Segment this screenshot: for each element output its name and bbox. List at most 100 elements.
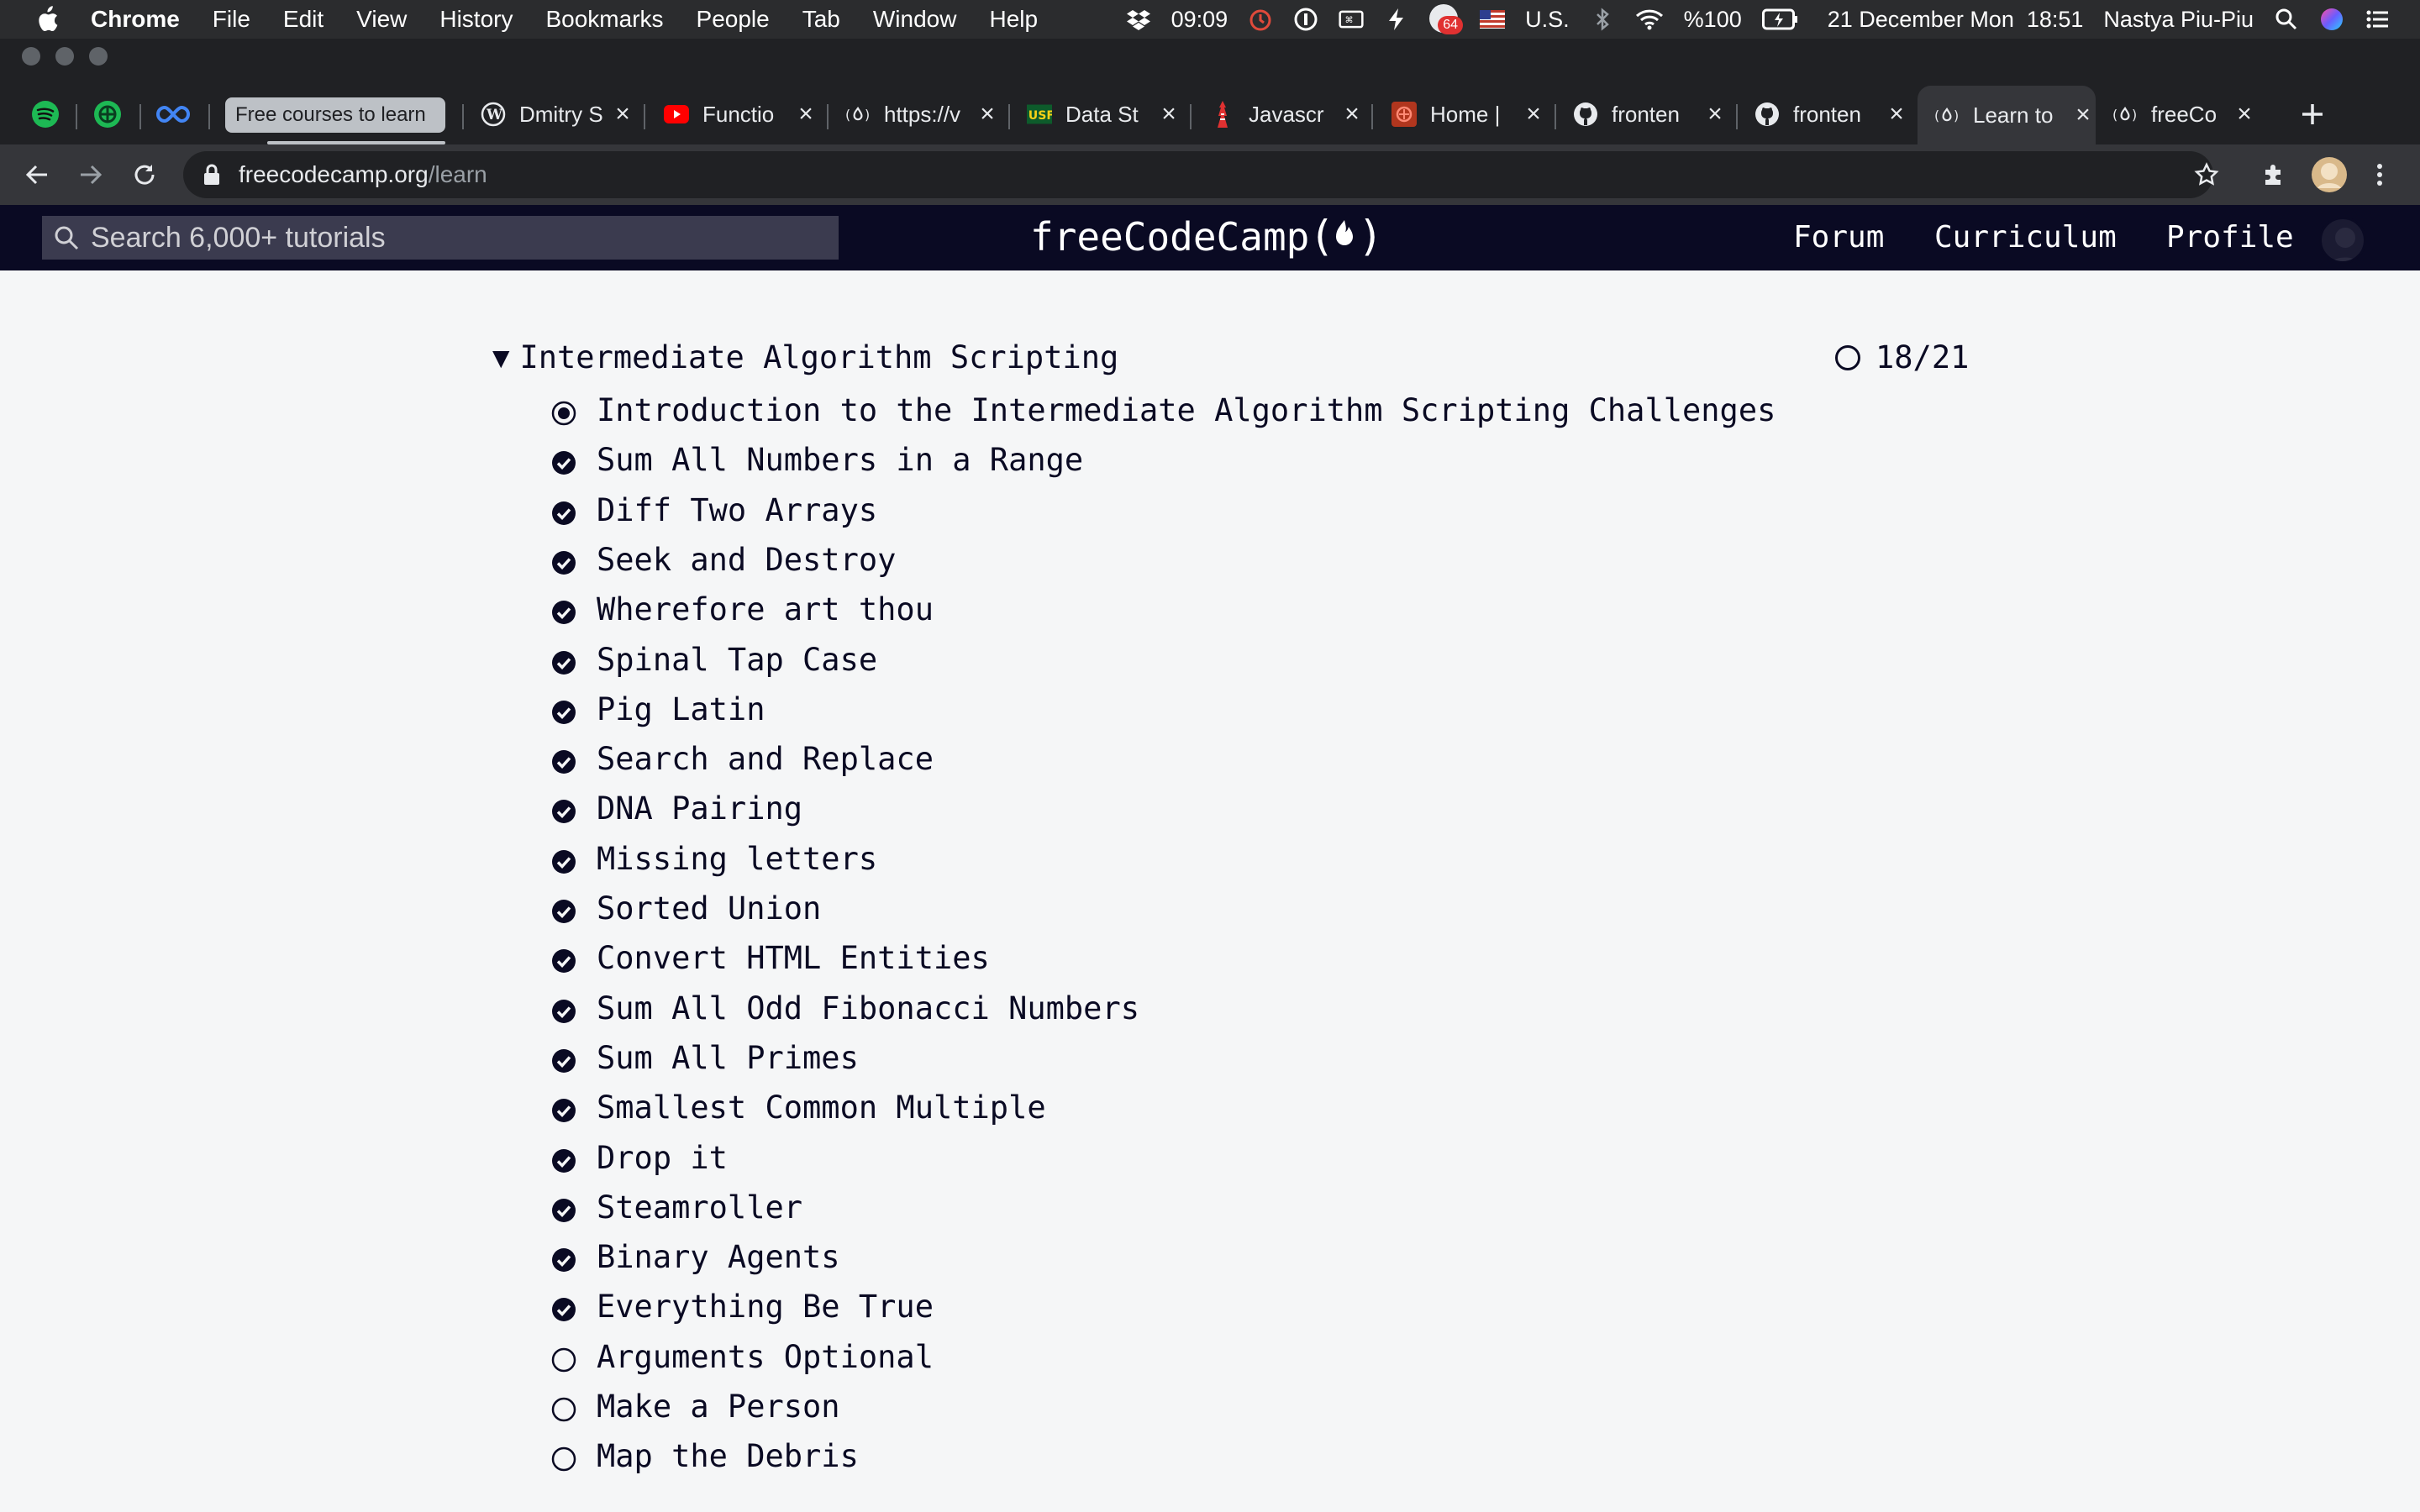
tab-youtube[interactable]: Functio ×: [664, 92, 818, 136]
window-minimize-button[interactable]: [55, 47, 74, 66]
tab-group-label[interactable]: Free courses to learn: [225, 97, 445, 133]
menu-help[interactable]: Help: [989, 6, 1038, 33]
siri-icon[interactable]: [2319, 7, 2344, 32]
reload-button[interactable]: [124, 155, 165, 195]
password-manager-icon[interactable]: [1293, 7, 1318, 32]
challenge-item[interactable]: Missing letters: [551, 837, 877, 879]
challenge-item[interactable]: Wherefore art thou: [551, 588, 934, 630]
tab-data-structures[interactable]: USF Data St ×: [1027, 92, 1181, 136]
bookmark-star-button[interactable]: [2188, 155, 2225, 195]
notification-center-icon[interactable]: [2365, 7, 2390, 32]
close-tab-icon[interactable]: ×: [1884, 100, 1909, 129]
pinned-tab-infinity[interactable]: [155, 96, 192, 133]
challenge-item[interactable]: Pig Latin: [551, 688, 765, 730]
wifi-icon[interactable]: [1635, 7, 1664, 32]
tab-javascript[interactable]: Javascr ×: [1210, 92, 1365, 136]
tab-github-frontend-2[interactable]: fronten ×: [1754, 92, 1909, 136]
fcc-search-input[interactable]: Search 6,000+ tutorials: [42, 216, 839, 260]
menu-app-name[interactable]: Chrome: [91, 6, 180, 33]
tab-dmitry[interactable]: W Dmitry S ×: [481, 92, 635, 136]
menu-view[interactable]: View: [356, 6, 407, 33]
menu-people[interactable]: People: [697, 6, 770, 33]
menubar-username[interactable]: Nastya Piu-Piu: [2103, 7, 2254, 33]
challenge-item[interactable]: Sum All Odd Fibonacci Numbers: [551, 987, 1139, 1029]
menu-history[interactable]: History: [439, 6, 513, 33]
dropbox-icon[interactable]: [1126, 7, 1151, 32]
timer-icon[interactable]: [1248, 7, 1273, 32]
challenge-item[interactable]: Drop it: [551, 1137, 728, 1179]
tab-freecodecamp-url[interactable]: () https://v ×: [845, 92, 1000, 136]
lock-icon[interactable]: [203, 164, 220, 186]
close-tab-icon[interactable]: ×: [610, 100, 635, 129]
close-tab-icon[interactable]: ×: [2070, 101, 2096, 129]
chrome-menu-button[interactable]: [2363, 155, 2396, 195]
tab-freecodecamp[interactable]: () freeCo ×: [2112, 92, 2257, 136]
input-source-label[interactable]: U.S.: [1525, 7, 1570, 33]
challenge-title: DNA Pairing: [597, 790, 803, 827]
challenge-item[interactable]: Diff Two Arrays: [551, 489, 877, 531]
challenge-item[interactable]: Smallest Common Multiple: [551, 1086, 1046, 1128]
nav-link-profile[interactable]: Profile: [2166, 220, 2294, 255]
tab-github-frontend-1[interactable]: fronten ×: [1573, 92, 1728, 136]
close-tab-icon[interactable]: ×: [2232, 100, 2257, 129]
spotlight-search-icon[interactable]: [2274, 7, 2299, 32]
challenge-item[interactable]: Convert HTML Entities: [551, 937, 990, 979]
menu-window[interactable]: Window: [873, 6, 957, 33]
nav-link-forum[interactable]: Forum: [1793, 220, 1884, 255]
menu-file[interactable]: File: [213, 6, 250, 33]
apple-icon[interactable]: [35, 6, 59, 33]
menu-edit[interactable]: Edit: [283, 6, 324, 33]
keyboard-shortcut-icon[interactable]: ⌘: [1339, 7, 1364, 32]
user-avatar[interactable]: [2319, 217, 2366, 264]
window-zoom-button[interactable]: [89, 47, 108, 66]
tab-home[interactable]: Home | ×: [1392, 92, 1546, 136]
tab-learn-active[interactable]: () Learn to ×: [1918, 86, 2096, 144]
challenge-item[interactable]: Sorted Union: [551, 887, 821, 929]
window-close-button[interactable]: [22, 47, 40, 66]
bluetooth-icon[interactable]: [1590, 7, 1615, 32]
close-tab-icon[interactable]: ×: [1521, 100, 1546, 129]
back-button[interactable]: [17, 155, 57, 195]
profile-avatar-button[interactable]: [2309, 155, 2349, 195]
nav-link-curriculum[interactable]: Curriculum: [1934, 220, 2117, 255]
challenge-item[interactable]: Introduction to the Intermediate Algorit…: [551, 389, 1776, 431]
challenge-title: Introduction to the Intermediate Algorit…: [597, 391, 1776, 428]
challenge-item[interactable]: Sum All Primes: [551, 1037, 859, 1079]
pinned-tab-app[interactable]: [89, 96, 126, 133]
freecodecamp-icon: (): [845, 102, 871, 127]
challenge-item[interactable]: Make a Person: [551, 1385, 840, 1427]
close-tab-icon[interactable]: ×: [1156, 100, 1181, 129]
challenge-item[interactable]: Everything Be True: [551, 1285, 934, 1327]
close-tab-icon[interactable]: ×: [1339, 100, 1365, 129]
us-flag-icon[interactable]: [1480, 10, 1506, 29]
menu-tab[interactable]: Tab: [802, 6, 840, 33]
check-circle-icon: [551, 497, 576, 525]
challenge-item[interactable]: Search and Replace: [551, 738, 934, 780]
menubar-datetime[interactable]: 21 December Mon 18:51: [1828, 7, 2084, 33]
svg-text:): ): [1954, 108, 1959, 123]
fcc-logo[interactable]: freeCodeCamp (): [1030, 212, 1380, 262]
challenge-item[interactable]: Binary Agents: [551, 1236, 840, 1278]
forward-button[interactable]: [71, 155, 111, 195]
close-tab-icon[interactable]: ×: [975, 100, 1000, 129]
lightning-icon[interactable]: [1384, 7, 1409, 32]
challenge-item[interactable]: Map the Debris: [551, 1435, 859, 1477]
challenge-title: Everything Be True: [597, 1288, 934, 1325]
extensions-button[interactable]: [2254, 155, 2294, 195]
challenge-item[interactable]: Spinal Tap Case: [551, 638, 877, 680]
challenge-item[interactable]: Arguments Optional: [551, 1336, 934, 1378]
challenge-item[interactable]: Sum All Numbers in a Range: [551, 438, 1083, 480]
caret-down-icon: ▼: [492, 340, 510, 375]
address-bar[interactable]: freecodecamp.org/learn: [183, 151, 2213, 198]
block-toggle[interactable]: ▼ Intermediate Algorithm Scripting: [492, 339, 1118, 375]
close-tab-icon[interactable]: ×: [793, 100, 818, 129]
close-tab-icon[interactable]: ×: [1702, 100, 1728, 129]
notification-app-icon[interactable]: 64: [1429, 4, 1464, 34]
challenge-item[interactable]: Seek and Destroy: [551, 538, 896, 580]
challenge-item[interactable]: DNA Pairing: [551, 787, 802, 829]
battery-icon[interactable]: [1761, 7, 1799, 32]
new-tab-button[interactable]: [2292, 94, 2333, 134]
challenge-item[interactable]: Steamroller: [551, 1186, 802, 1228]
pinned-tab-spotify[interactable]: [27, 96, 64, 133]
menu-bookmarks[interactable]: Bookmarks: [545, 6, 663, 33]
